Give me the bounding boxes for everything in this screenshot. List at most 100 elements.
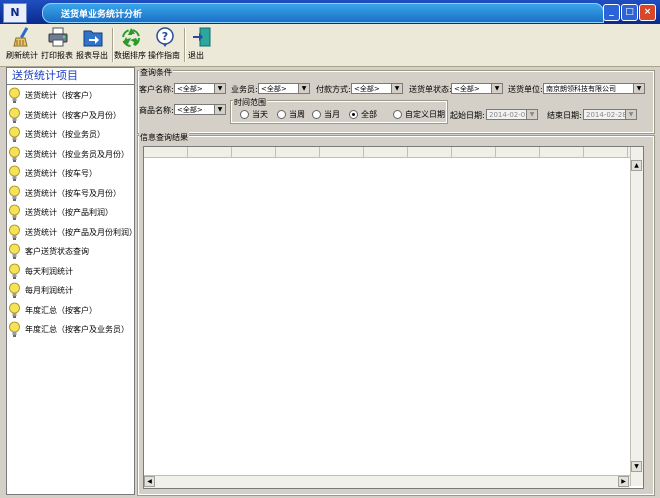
start-date-label: 起始日期:	[450, 111, 485, 120]
payment-label: 付款方式:	[316, 85, 351, 94]
grid-header-cell	[540, 147, 584, 157]
printer-icon	[46, 26, 70, 48]
sidebar-item[interactable]: 客户送货状态查询	[7, 242, 134, 262]
sidebar-item[interactable]: 送货统计（按业务员及月份）	[7, 145, 134, 165]
toolbar-separator	[184, 28, 186, 62]
sidebar-item-label: 送货统计（按车号）	[25, 169, 97, 179]
grid-header-cell	[144, 147, 188, 157]
svg-text:?: ?	[162, 30, 168, 43]
radio-custom-date[interactable]: 自定义日期	[393, 109, 445, 120]
scroll-down-button[interactable]: ▼	[631, 461, 642, 472]
sidebar-item[interactable]: 送货统计（按产品利润）	[7, 203, 134, 223]
chevron-down-icon: ▼	[214, 84, 225, 93]
radio-today-label: 当天	[252, 110, 268, 119]
maximize-button[interactable]: □	[621, 4, 638, 21]
sidebar: 送货统计项目 送货统计（按客户） 送货统计（按客户及月份） 送货统计（按业务员） 送货…	[6, 67, 137, 495]
sidebar-item[interactable]: 年度汇总（按客户）	[7, 301, 134, 321]
lightbulb-icon	[9, 302, 20, 318]
lightbulb-icon	[9, 146, 20, 162]
chevron-down-icon: ▼	[214, 105, 225, 114]
grid-header-cell	[188, 147, 232, 157]
lightbulb-icon	[9, 224, 20, 240]
exit-door-icon	[190, 26, 214, 48]
radio-all-label: 全部	[361, 110, 377, 119]
radio-all[interactable]: 全部	[349, 109, 377, 120]
sidebar-item-label: 年度汇总（按客户及业务员）	[25, 325, 129, 335]
salesman-select[interactable]: <全部> ▼	[258, 83, 310, 94]
sidebar-item[interactable]: 每月利润统计	[7, 281, 134, 301]
export-report-button[interactable]: 报表导出	[76, 26, 110, 60]
unit-select[interactable]: 南京朗领科技有限公司 ▼	[543, 83, 645, 94]
sidebar-item-label: 送货统计（按业务员及月份）	[25, 149, 129, 159]
status-label: 送货单状态:	[409, 85, 452, 94]
window-title: 送货单业务统计分析	[61, 10, 143, 20]
chevron-down-icon: ▼	[391, 84, 402, 93]
sidebar-item-label: 年度汇总（按客户）	[25, 305, 97, 315]
sidebar-item-label: 每月利润统计	[25, 286, 73, 296]
start-date-field[interactable]: 2014-02-01 ▼	[486, 109, 538, 120]
exit-label: 退出	[188, 51, 204, 60]
radio-this-week-label: 当周	[289, 110, 305, 119]
sidebar-item-label: 送货统计（按客户及月份）	[25, 110, 121, 120]
app-icon[interactable]: N	[3, 3, 27, 23]
sidebar-item-label: 每天利润统计	[25, 266, 73, 276]
lightbulb-icon	[9, 243, 20, 260]
grid-header-cell	[364, 147, 408, 157]
help-icon: ?	[153, 26, 177, 48]
exit-button[interactable]: 退出	[188, 26, 216, 60]
sidebar-title: 送货统计项目	[7, 68, 134, 85]
main-panel: 查询条件 客户名称: <全部> ▼ 业务员: <全部> ▼ 付款方式: <全部> ▼ …	[135, 67, 655, 496]
chevron-down-icon: ▼	[298, 84, 309, 93]
radio-circle	[312, 110, 321, 119]
close-button[interactable]: ×	[639, 4, 656, 21]
toolbar: 刷新统计 打印报表 报表导出 数据排序 ? 操作指南 退出	[0, 24, 660, 67]
query-conditions-legend: 查询条件	[139, 67, 173, 78]
sidebar-item[interactable]: 送货统计（按产品及月份利润）	[7, 223, 137, 243]
sidebar-item[interactable]: 送货统计（按车号及月份）	[7, 184, 134, 204]
results-grid[interactable]: ▲ ▼ ◀ ▶	[143, 146, 644, 489]
radio-this-month[interactable]: 当月	[312, 109, 340, 120]
help-guide-button[interactable]: ? 操作指南	[148, 26, 182, 60]
sidebar-item[interactable]: 每天利润统计	[7, 262, 134, 282]
sidebar-item-label: 客户送货状态查询	[25, 247, 89, 257]
product-select[interactable]: <全部> ▼	[174, 104, 226, 115]
refresh-stats-button[interactable]: 刷新统计	[6, 26, 40, 60]
customer-select[interactable]: <全部> ▼	[174, 83, 226, 94]
sidebar-item-label: 送货统计（按业务员）	[25, 130, 105, 140]
sort-data-label: 数据排序	[114, 51, 146, 60]
lightbulb-icon	[9, 87, 20, 104]
grid-header-cell	[408, 147, 452, 157]
sidebar-item[interactable]: 送货统计（按车号）	[7, 164, 134, 184]
sidebar-item[interactable]: 送货统计（按客户及月份）	[7, 106, 134, 126]
sidebar-item-label: 送货统计（按产品利润）	[25, 208, 113, 218]
time-range-legend: 时间范围	[233, 97, 267, 108]
title-tab: 送货单业务统计分析	[42, 3, 604, 23]
radio-this-week[interactable]: 当周	[277, 109, 305, 120]
sidebar-item[interactable]: 送货统计（按业务员）	[7, 125, 134, 145]
scroll-up-button[interactable]: ▲	[631, 160, 642, 171]
radio-circle-selected	[349, 110, 358, 119]
print-report-button[interactable]: 打印报表	[41, 26, 75, 60]
radio-today[interactable]: 当天	[240, 109, 268, 120]
scroll-right-button[interactable]: ▶	[618, 476, 629, 487]
recycle-icon	[119, 26, 143, 48]
status-select[interactable]: <全部> ▼	[451, 83, 503, 94]
end-date-field[interactable]: 2014-02-28 ▼	[583, 109, 637, 120]
chevron-down-icon: ▼	[526, 110, 537, 119]
radio-custom-date-label: 自定义日期	[405, 110, 445, 119]
help-guide-label: 操作指南	[148, 51, 180, 60]
lightbulb-icon	[9, 204, 20, 221]
grid-header-cell	[276, 147, 320, 157]
lightbulb-icon	[9, 126, 20, 143]
minimize-button[interactable]: _	[603, 4, 620, 21]
grid-header-cell	[232, 147, 276, 157]
sidebar-item[interactable]: 年度汇总（按客户及业务员）	[7, 320, 134, 340]
sidebar-item[interactable]: 送货统计（按客户）	[7, 86, 134, 106]
horizontal-scrollbar[interactable]: ◀ ▶	[144, 475, 630, 488]
chevron-down-icon: ▼	[625, 110, 636, 119]
vertical-scrollbar[interactable]: ▲ ▼	[630, 147, 643, 486]
sort-data-button[interactable]: 数据排序	[114, 26, 148, 60]
scroll-left-button[interactable]: ◀	[144, 476, 155, 487]
chevron-down-icon: ▼	[633, 84, 644, 93]
payment-select[interactable]: <全部> ▼	[351, 83, 403, 94]
